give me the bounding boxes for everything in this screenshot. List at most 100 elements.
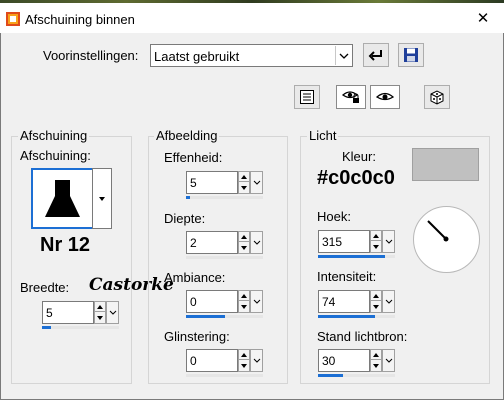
intensity-slider[interactable]	[318, 315, 395, 318]
spin-down-icon[interactable]	[371, 302, 381, 312]
shininess-spinner[interactable]	[238, 349, 250, 372]
spin-up-icon[interactable]	[239, 350, 249, 360]
window-title: Afschuining binnen	[25, 12, 135, 27]
depth-spinner[interactable]	[238, 231, 250, 254]
width-input[interactable]: 5	[42, 301, 94, 324]
bevel-shape-dropdown[interactable]	[92, 168, 112, 229]
shininess-input[interactable]: 0	[186, 349, 238, 372]
ambiance-input[interactable]: 0	[186, 290, 238, 313]
ambiance-label: Ambiance:	[164, 270, 226, 285]
angle-slider-fill	[318, 255, 386, 258]
smoothness-label: Effenheid:	[164, 150, 223, 165]
intensity-dropdown[interactable]	[382, 290, 395, 313]
ambiance-slider-fill	[186, 315, 225, 318]
light-group-label: Licht	[307, 128, 339, 143]
ambiance-field[interactable]: 0	[186, 290, 263, 318]
spin-up-icon[interactable]	[371, 291, 381, 301]
angle-field[interactable]: 315	[318, 230, 395, 258]
bevel-shape-preview[interactable]	[31, 168, 94, 229]
intensity-field[interactable]: 74	[318, 290, 395, 318]
lock-preview-button[interactable]	[336, 85, 366, 109]
reset-button[interactable]	[363, 43, 389, 67]
shininess-field[interactable]: 0	[186, 349, 263, 377]
light-color-swatch[interactable]	[412, 148, 479, 181]
ambiance-spinner[interactable]	[238, 290, 250, 313]
spin-up-icon[interactable]	[239, 291, 249, 301]
elevation-field[interactable]: 30	[318, 349, 395, 377]
intensity-slider-fill	[318, 315, 375, 318]
angle-spinner[interactable]	[370, 230, 382, 253]
spin-down-icon[interactable]	[239, 183, 249, 193]
image-group-label: Afbeelding	[154, 128, 220, 143]
shininess-label: Glinstering:	[164, 329, 230, 344]
spin-up-icon[interactable]	[239, 172, 249, 182]
bevel-shape-icon	[45, 180, 80, 217]
save-preset-button[interactable]	[398, 43, 424, 67]
smoothness-dropdown[interactable]	[250, 171, 263, 194]
presets-dropdown[interactable]: Laatst gebruikt	[150, 44, 353, 67]
spin-down-icon[interactable]	[239, 243, 249, 253]
shininess-slider[interactable]	[186, 374, 263, 377]
eye-lock-icon	[341, 91, 359, 103]
smoothness-slider-fill	[186, 196, 190, 199]
dice-icon	[430, 90, 444, 105]
bevel-group-label: Afschuining	[18, 128, 90, 143]
spin-down-icon[interactable]	[371, 361, 381, 371]
chevron-down-icon	[99, 196, 105, 201]
angle-label: Hoek:	[317, 209, 351, 224]
angle-dropdown[interactable]	[382, 230, 395, 253]
save-disk-icon	[404, 48, 418, 62]
list-view-icon	[300, 90, 314, 104]
angle-slider[interactable]	[318, 255, 395, 258]
spin-down-icon[interactable]	[371, 242, 381, 252]
elevation-dropdown[interactable]	[382, 349, 395, 372]
randomize-button[interactable]	[424, 85, 450, 109]
toggle-list-button[interactable]	[294, 85, 320, 109]
chevron-down-icon	[335, 46, 351, 65]
app-icon	[6, 12, 20, 26]
close-icon: ✕	[476, 10, 490, 27]
presets-label: Voorinstellingen:	[43, 48, 139, 63]
angle-dial[interactable]	[413, 206, 480, 273]
bevel-shape-label: Afschuining:	[20, 148, 91, 163]
depth-field[interactable]: 2	[186, 231, 263, 259]
smoothness-field[interactable]: 5	[186, 171, 263, 199]
depth-dropdown[interactable]	[250, 231, 263, 254]
reset-arrow-icon	[368, 50, 382, 61]
elevation-spinner[interactable]	[370, 349, 382, 372]
spin-down-icon[interactable]	[95, 313, 105, 323]
bevel-preset-name: Nr 12	[40, 234, 91, 256]
smoothness-spinner[interactable]	[238, 171, 250, 194]
elevation-slider-fill	[318, 374, 344, 377]
spin-up-icon[interactable]	[371, 350, 381, 360]
ambiance-slider[interactable]	[186, 315, 263, 318]
depth-label: Diepte:	[164, 211, 206, 226]
width-dropdown[interactable]	[106, 301, 119, 324]
spin-up-icon[interactable]	[371, 231, 381, 241]
preview-toggle-button[interactable]	[370, 85, 400, 109]
angle-input[interactable]: 315	[318, 230, 370, 253]
eye-icon	[375, 92, 395, 101]
intensity-label: Intensiteit:	[317, 269, 377, 284]
elevation-slider[interactable]	[318, 374, 395, 377]
intensity-spinner[interactable]	[370, 290, 382, 313]
spin-up-icon[interactable]	[95, 302, 105, 312]
close-button[interactable]: ✕	[462, 3, 504, 33]
spin-down-icon[interactable]	[239, 302, 249, 312]
shininess-dropdown[interactable]	[250, 349, 263, 372]
width-field[interactable]: 5	[42, 301, 119, 329]
spin-down-icon[interactable]	[239, 361, 249, 371]
angle-dial-needle	[427, 220, 449, 242]
title-bar[interactable]: Afschuining binnen	[0, 3, 504, 33]
depth-slider[interactable]	[186, 256, 263, 259]
width-spinner[interactable]	[94, 301, 106, 324]
smoothness-input[interactable]: 5	[186, 171, 238, 194]
ambiance-dropdown[interactable]	[250, 290, 263, 313]
smoothness-slider[interactable]	[186, 196, 263, 199]
intensity-input[interactable]: 74	[318, 290, 370, 313]
depth-input[interactable]: 2	[186, 231, 238, 254]
spin-up-icon[interactable]	[239, 232, 249, 242]
elevation-input[interactable]: 30	[318, 349, 370, 372]
width-slider[interactable]	[42, 326, 119, 329]
elevation-label: Stand lichtbron:	[317, 329, 408, 344]
